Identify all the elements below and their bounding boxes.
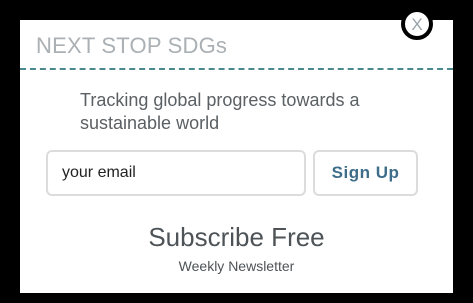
- close-icon: X: [411, 14, 423, 34]
- title-divider: [20, 68, 453, 70]
- popup-title: NEXT STOP SDGs: [36, 33, 228, 58]
- popup-frame: NEXT STOP SDGs Tracking global progress …: [0, 0, 473, 303]
- popup-tagline: Tracking global progress towards a susta…: [80, 90, 360, 133]
- newsletter-popup: NEXT STOP SDGs Tracking global progress …: [20, 20, 453, 293]
- email-input[interactable]: [46, 150, 306, 196]
- sign-up-button[interactable]: Sign Up: [313, 150, 418, 196]
- close-button[interactable]: X: [401, 8, 433, 40]
- subscribe-title: Subscribe Free: [148, 222, 325, 252]
- subscribe-subtitle: Weekly Newsletter: [178, 258, 295, 274]
